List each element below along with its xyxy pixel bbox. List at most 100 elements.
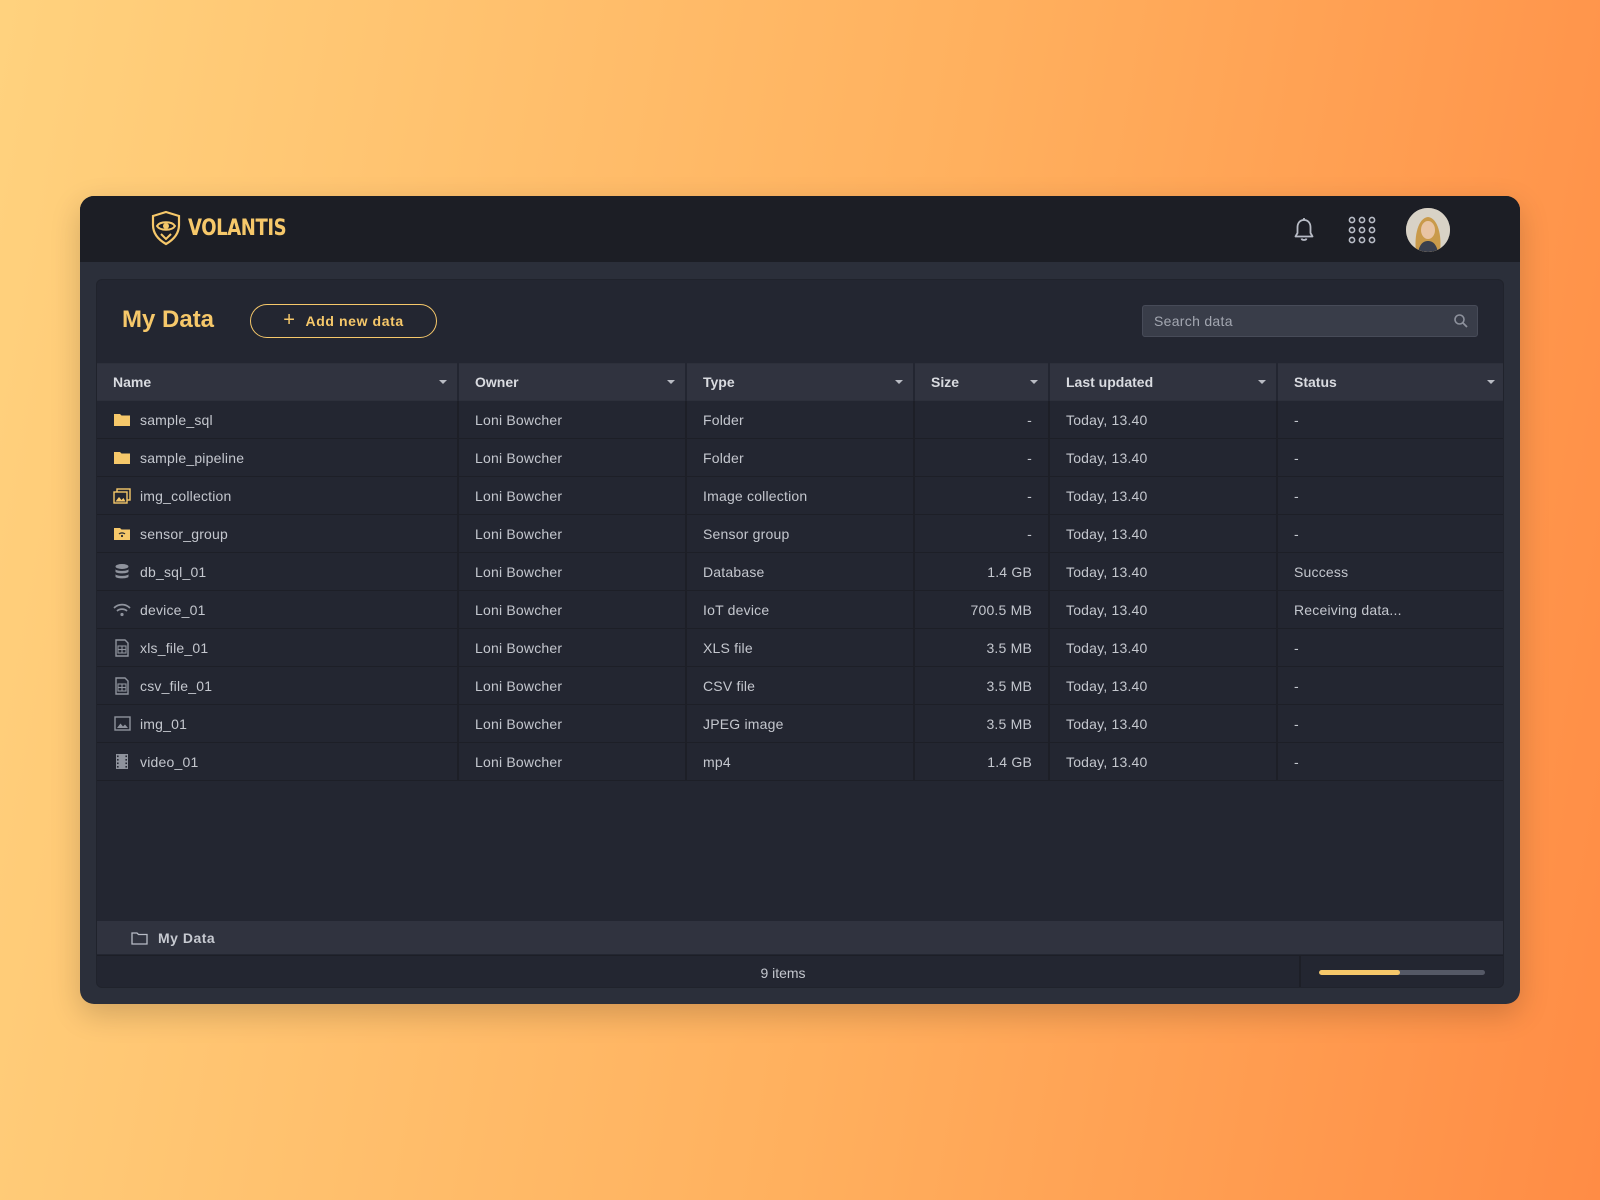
table-row[interactable]: device_01 Loni Bowcher IoT device 700.5 MB T… — [97, 590, 1503, 629]
column-header-type[interactable]: Type — [686, 363, 915, 401]
cell-owner: Loni Bowcher — [458, 590, 687, 629]
cell-status: - — [1277, 476, 1503, 515]
cell-status: - — [1277, 400, 1503, 439]
cell-status: - — [1277, 704, 1503, 743]
table-header-row: Name Owner Type Size Last updated Status — [97, 363, 1503, 401]
top-actions — [1290, 208, 1450, 252]
name-cell: db_sql_01 — [113, 563, 441, 581]
apps-grid-icon — [1348, 216, 1376, 244]
table-row[interactable]: img_collection Loni Bowcher Image collecti… — [97, 476, 1503, 515]
wifi-icon — [113, 601, 131, 619]
name-cell: xls_file_01 — [113, 638, 441, 657]
cell-status: - — [1277, 742, 1503, 781]
item-name: sample_sql — [140, 411, 213, 428]
cell-size: - — [914, 476, 1050, 515]
sort-caret-icon[interactable] — [667, 380, 675, 384]
breadcrumb-item-my-data[interactable]: My Data — [158, 930, 215, 946]
name-cell: sample_pipeline — [113, 449, 441, 467]
cell-size: - — [914, 438, 1050, 477]
sort-caret-icon[interactable] — [1258, 380, 1266, 384]
table-row[interactable]: video_01 Loni Bowcher mp4 1.4 GB Today, 13.4… — [97, 742, 1503, 781]
column-label: Owner — [475, 374, 519, 390]
cell-name: img_01 — [97, 704, 459, 743]
cell-last-updated: Today, 13.40 — [1049, 628, 1278, 667]
cell-owner: Loni Bowcher — [458, 400, 687, 439]
cell-last-updated: Today, 13.40 — [1049, 590, 1278, 629]
cell-name: device_01 — [97, 590, 459, 629]
cell-last-updated: Today, 13.40 — [1049, 476, 1278, 515]
cell-owner: Loni Bowcher — [458, 552, 687, 591]
cell-name: sample_sql — [97, 400, 459, 439]
folder-icon — [113, 449, 131, 467]
column-label: Status — [1294, 374, 1337, 390]
cell-size: 3.5 MB — [914, 628, 1050, 667]
column-label: Name — [113, 374, 152, 390]
table-row[interactable]: sample_pipeline Loni Bowcher Folder - Today,… — [97, 438, 1503, 477]
table-footer: 9 items — [97, 955, 1503, 987]
cell-name: sensor_group — [97, 514, 459, 553]
name-cell: video_01 — [113, 753, 441, 771]
sort-caret-icon[interactable] — [439, 380, 447, 384]
app-window: VOLANTIS My Data + Add new data Search d… — [80, 196, 1520, 1004]
column-header-owner[interactable]: Owner — [458, 363, 687, 401]
item-name: csv_file_01 — [140, 677, 213, 694]
cell-status: Receiving data... — [1277, 590, 1503, 629]
apps-button[interactable] — [1348, 210, 1376, 250]
search-icon[interactable] — [1453, 313, 1469, 329]
cell-last-updated: Today, 13.40 — [1049, 514, 1278, 553]
item-name: xls_file_01 — [140, 639, 209, 656]
column-header-last-updated[interactable]: Last updated — [1049, 363, 1278, 401]
add-new-data-label: Add new data — [305, 313, 404, 329]
cell-type: Database — [686, 552, 915, 591]
brand-logo[interactable]: VOLANTIS — [148, 209, 308, 247]
cell-last-updated: Today, 13.40 — [1049, 704, 1278, 743]
table-row[interactable]: sensor_group Loni Bowcher Sensor group - Tod… — [97, 514, 1503, 553]
item-name: img_01 — [140, 715, 188, 732]
cell-name: xls_file_01 — [97, 628, 459, 667]
column-header-size[interactable]: Size — [914, 363, 1050, 401]
search-box — [1142, 305, 1478, 337]
table-row[interactable]: csv_file_01 Loni Bowcher CSV file 3.5 MB Tod… — [97, 666, 1503, 705]
column-label: Size — [931, 374, 960, 390]
breadcrumb: My Data — [97, 921, 1503, 954]
notifications-button[interactable] — [1290, 210, 1318, 250]
image-collection-icon — [113, 487, 131, 505]
cell-status: - — [1277, 628, 1503, 667]
table-row[interactable]: img_01 Loni Bowcher JPEG image 3.5 MB Today,… — [97, 704, 1503, 743]
item-name: sample_pipeline — [140, 449, 245, 466]
table-row[interactable]: db_sql_01 Loni Bowcher Database 1.4 GB Today… — [97, 552, 1503, 591]
film-icon — [113, 753, 131, 771]
table-body: sample_sql Loni Bowcher Folder - Today, 13.4… — [97, 400, 1503, 781]
item-name: sensor_group — [140, 525, 229, 542]
table-row[interactable]: xls_file_01 Loni Bowcher XLS file 3.5 MB Tod… — [97, 628, 1503, 667]
top-bar: VOLANTIS — [80, 196, 1520, 262]
cell-size: - — [914, 400, 1050, 439]
name-cell: sensor_group — [113, 525, 441, 543]
sort-caret-icon[interactable] — [1030, 380, 1038, 384]
add-new-data-button[interactable]: + Add new data — [250, 304, 437, 338]
image-icon — [113, 715, 131, 733]
name-cell: img_collection — [113, 487, 441, 505]
data-table: Name Owner Type Size Last updated Status… — [97, 363, 1503, 781]
column-label: Type — [703, 374, 735, 390]
table-row[interactable]: sample_sql Loni Bowcher Folder - Today, 13.4… — [97, 400, 1503, 439]
sort-caret-icon[interactable] — [895, 380, 903, 384]
sort-caret-icon[interactable] — [1487, 380, 1495, 384]
cell-name: video_01 — [97, 742, 459, 781]
cell-last-updated: Today, 13.40 — [1049, 666, 1278, 705]
cell-owner: Loni Bowcher — [458, 742, 687, 781]
volantis-logo-icon — [151, 210, 181, 246]
cell-type: XLS file — [686, 628, 915, 667]
cell-type: Sensor group — [686, 514, 915, 553]
database-icon — [113, 563, 131, 581]
item-name: img_collection — [140, 487, 232, 504]
spreadsheet-file-icon — [113, 638, 131, 657]
item-name: db_sql_01 — [140, 563, 207, 580]
column-header-name[interactable]: Name — [97, 363, 459, 401]
column-header-status[interactable]: Status — [1277, 363, 1503, 401]
cell-size: 1.4 GB — [914, 552, 1050, 591]
user-avatar[interactable] — [1406, 208, 1450, 252]
search-input[interactable] — [1143, 306, 1477, 336]
cell-owner: Loni Bowcher — [458, 476, 687, 515]
cell-last-updated: Today, 13.40 — [1049, 742, 1278, 781]
